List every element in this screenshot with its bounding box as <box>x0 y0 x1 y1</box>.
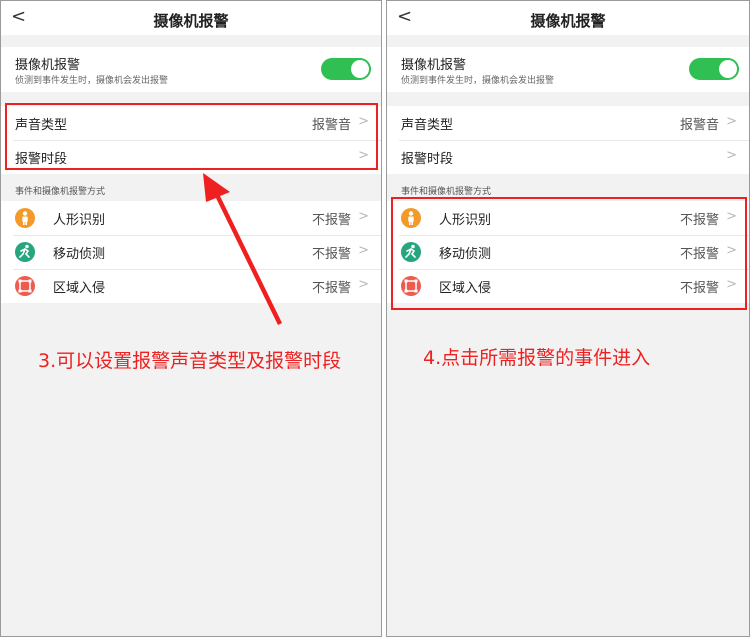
annotation-arrow <box>203 173 282 325</box>
sound-settings-group: 声音类型 报警音 > 报警时段 > <box>387 106 749 174</box>
camera-alarm-label: 摄像机报警 <box>401 58 467 73</box>
annotation-text: 3.可以设置报警声音类型及报警时段 <box>38 350 342 372</box>
chevron-right-icon: > <box>726 148 737 163</box>
toggle-knob <box>719 60 737 78</box>
nav-bar: < 摄像机报警 <box>387 1 749 35</box>
camera-alarm-description: 侦测到事件发生时，摄像机会发出报警 <box>401 76 555 86</box>
sound-type-value: 报警音 <box>679 118 719 133</box>
camera-alarm-toggle[interactable] <box>689 58 739 80</box>
sound-type-label: 声音类型 <box>401 118 454 133</box>
highlight-box <box>391 197 747 310</box>
annotation-text: 4.点击所需报警的事件进入 <box>423 347 651 369</box>
alarm-period-row[interactable]: 报警时段 > <box>387 140 749 174</box>
right-phone-screen: < 摄像机报警 摄像机报警 侦测到事件发生时，摄像机会发出报警 声音类型 报警音… <box>386 0 750 637</box>
camera-alarm-row: 摄像机报警 侦测到事件发生时，摄像机会发出报警 <box>387 47 749 92</box>
chevron-right-icon: > <box>726 114 737 129</box>
left-phone-screen: < 摄像机报警 摄像机报警 侦测到事件发生时，摄像机会发出报警 声音类型 报警音… <box>0 0 382 637</box>
sound-type-row[interactable]: 声音类型 报警音 > <box>387 106 749 140</box>
page-title: 摄像机报警 <box>530 12 606 30</box>
alarm-period-label: 报警时段 <box>401 152 454 167</box>
section-title: 事件和摄像机报警方式 <box>401 187 492 197</box>
